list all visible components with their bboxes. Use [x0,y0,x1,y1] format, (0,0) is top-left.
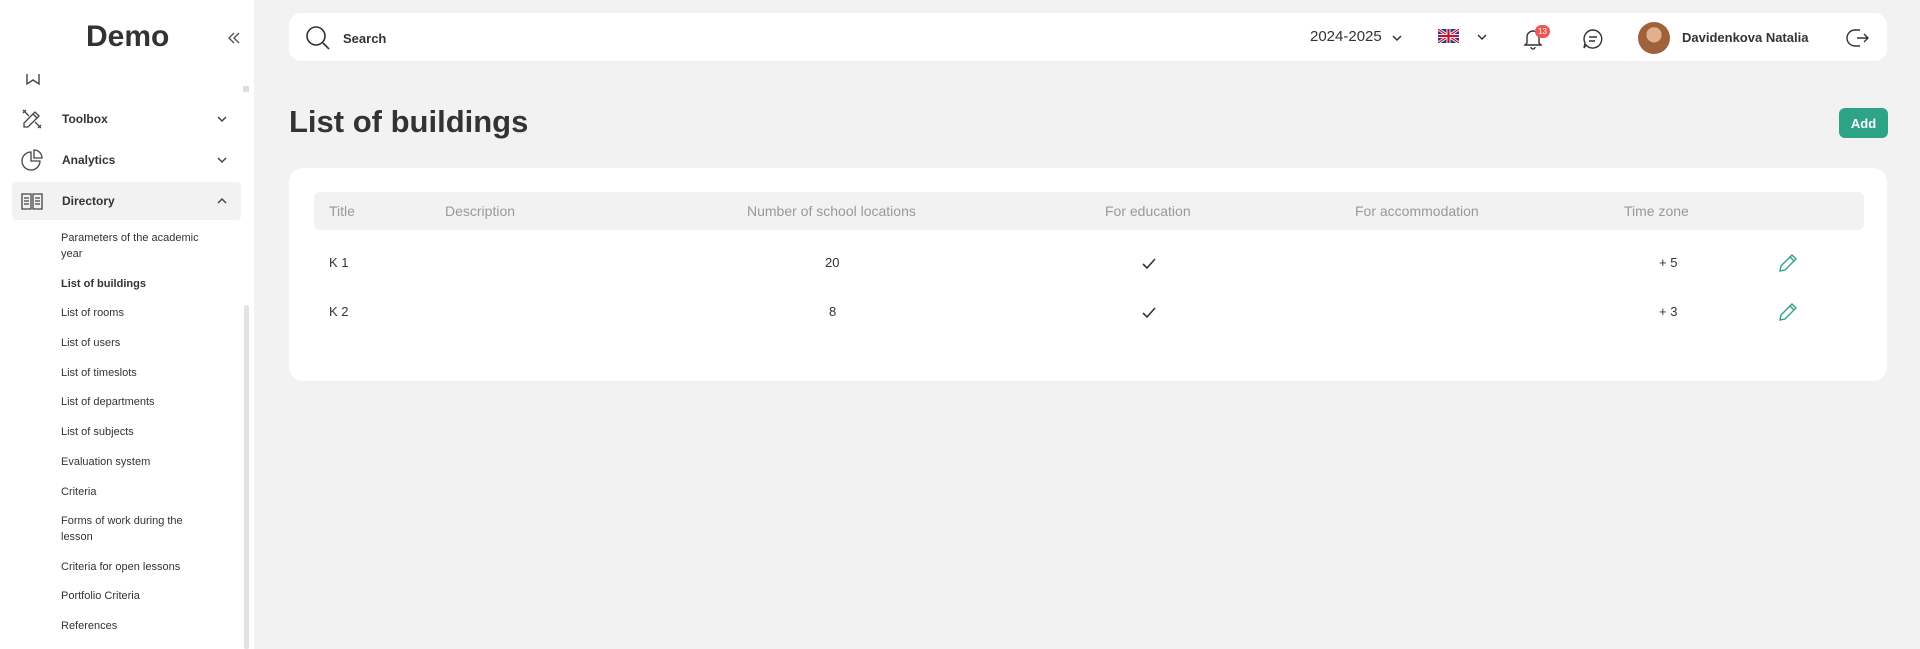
academic-year-select[interactable]: 2024-2025 [1310,28,1382,45]
logout-icon[interactable] [1846,26,1870,50]
chevron-down-icon[interactable] [1476,31,1488,43]
sidebar-item-directory[interactable]: Directory [12,182,241,220]
pie-chart-icon [21,149,43,171]
column-header-locations[interactable]: Number of school locations [747,203,916,219]
cell-time-zone: + 5 [1659,255,1678,270]
column-header-time-zone[interactable]: Time zone [1624,203,1689,219]
sidebar-subitem-users[interactable]: List of users [61,335,211,351]
cell-title: K 1 [329,255,349,270]
sidebar-item-label: Toolbox [62,112,108,126]
sidebar-subitem-buildings[interactable]: List of buildings [61,276,211,292]
toolbox-icon [22,109,42,129]
sidebar-scrollbar[interactable] [244,305,249,649]
sidebar-subitem-evaluation[interactable]: Evaluation system [61,454,211,470]
sidebar-subitem-departments[interactable]: List of departments [61,394,211,410]
page-title: List of buildings [289,104,529,139]
chevron-down-icon[interactable] [1391,32,1403,44]
column-header-description[interactable]: Description [445,203,515,219]
sidebar-item-analytics[interactable]: Analytics [12,141,241,179]
buildings-table-card: Title Description Number of school locat… [289,168,1887,381]
chevron-down-icon [217,116,227,123]
sidebar-subitem-timeslots[interactable]: List of timeslots [61,365,211,381]
user-name[interactable]: Davidenkova Natalia [1682,30,1808,45]
sidebar-item-toolbox[interactable]: Toolbox [12,100,241,138]
edit-pencil-icon[interactable] [1777,252,1799,274]
sidebar-subitem-criteria[interactable]: Criteria [61,484,211,500]
sidebar: Demo Toolbox Analytics Directory Paramet… [0,0,254,649]
search-icon [306,26,330,50]
column-header-title[interactable]: Title [329,203,355,219]
sidebar-subitem-forms-of-work[interactable]: Forms of work during the lesson [61,513,211,545]
checkmark-icon [1142,258,1156,270]
sidebar-subitem-references[interactable]: References [61,618,211,634]
add-button[interactable]: Add [1839,108,1888,138]
sidebar-subitem-rooms[interactable]: List of rooms [61,305,211,321]
sidebar-subitem-portfolio[interactable]: Portfolio Criteria [61,588,211,604]
table-header: Title Description Number of school locat… [314,192,1864,230]
sidebar-item-label: Analytics [62,153,116,167]
chat-icon[interactable] [1581,27,1605,51]
collapse-sidebar-icon[interactable] [226,30,242,46]
sidebar-subitem-subjects[interactable]: List of subjects [61,424,211,440]
sidebar-item-label: Directory [62,194,115,208]
notification-badge: 13 [1535,25,1550,38]
cell-locations: 20 [825,255,840,270]
chevron-down-icon [217,157,227,164]
logo-row: Demo [0,0,254,78]
scrollbar-up-arrow[interactable] [243,86,249,92]
checkmark-icon [1142,307,1156,319]
edit-pencil-icon[interactable] [1777,301,1799,323]
search-input[interactable] [343,27,943,49]
cell-title: K 2 [329,304,349,319]
avatar[interactable] [1638,22,1670,54]
partial-menu-icon [26,74,40,86]
cell-locations: 8 [829,304,837,319]
chevron-up-icon [217,197,227,204]
column-header-for-education[interactable]: For education [1105,203,1191,219]
sidebar-subitem-parameters[interactable]: Parameters of the academic year [61,230,211,262]
uk-flag-icon[interactable] [1438,29,1459,43]
sidebar-subitem-open-lessons[interactable]: Criteria for open lessons [61,559,211,575]
cell-time-zone: + 3 [1659,304,1678,319]
logo: Demo [86,20,170,53]
book-icon [21,193,43,210]
top-bar: 2024-2025 13 Davidenkova Natalia [289,13,1887,61]
column-header-for-accommodation[interactable]: For accommodation [1355,203,1479,219]
